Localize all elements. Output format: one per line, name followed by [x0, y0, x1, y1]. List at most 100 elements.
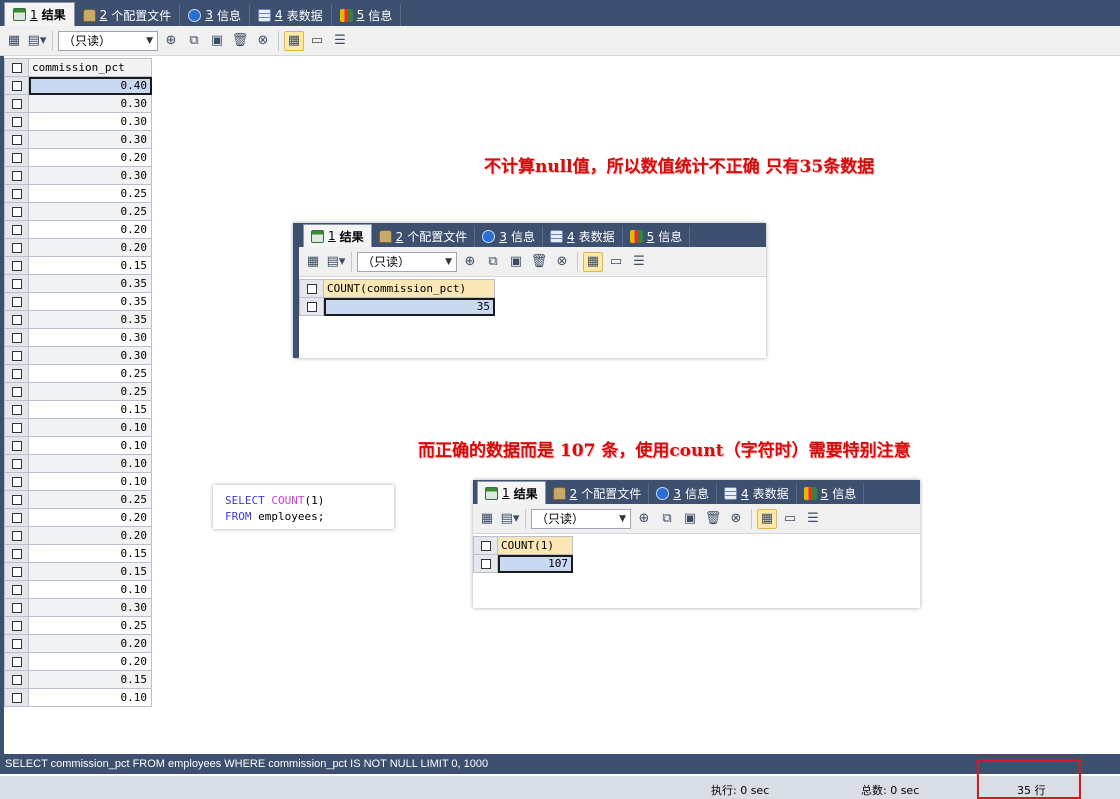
save-icon[interactable]: ▣ [506, 252, 526, 272]
cell-count-value[interactable]: 35 [323, 297, 495, 316]
cell-commission-pct[interactable]: 0.10 [28, 472, 152, 491]
tab-table-data[interactable]: 4 表数据 [543, 226, 623, 247]
export-grid-icon[interactable]: ▦ [4, 31, 24, 51]
delete-icon[interactable]: 🗑 [230, 31, 250, 51]
row-checkbox[interactable] [299, 297, 324, 316]
tab-info[interactable]: 3 信息 [180, 4, 250, 26]
form-view-icon[interactable]: ▭ [307, 31, 327, 51]
cell-commission-pct[interactable]: 0.30 [28, 346, 152, 365]
cell-commission-pct[interactable]: 0.10 [28, 454, 152, 473]
mode-select[interactable]: （只读） ▼ [531, 508, 631, 529]
row-checkbox[interactable] [4, 274, 29, 293]
tab-info[interactable]: 3 信息 [649, 483, 717, 504]
mode-select[interactable]: （只读） ▼ [357, 251, 457, 272]
cell-commission-pct[interactable]: 0.10 [28, 688, 152, 707]
tab-results[interactable]: 1 结果 [477, 481, 546, 504]
row-checkbox[interactable] [4, 418, 29, 437]
cell-commission-pct[interactable]: 0.15 [28, 562, 152, 581]
export-grid-icon[interactable]: ▦ [477, 509, 497, 529]
row-checkbox[interactable] [4, 508, 29, 527]
row-checkbox[interactable] [4, 238, 29, 257]
cell-commission-pct[interactable]: 0.25 [28, 184, 152, 203]
cell-commission-pct[interactable]: 0.20 [28, 220, 152, 239]
sql-editor-snippet[interactable]: SELECT COUNT(1) FROM employees; [213, 485, 394, 529]
cell-commission-pct[interactable]: 0.35 [28, 292, 152, 311]
cell-commission-pct[interactable]: 0.15 [28, 544, 152, 563]
tab-info-2[interactable]: 5 信息 [623, 226, 691, 247]
row-checkbox[interactable] [4, 292, 29, 311]
row-checkbox[interactable] [4, 328, 29, 347]
row-checkbox[interactable] [4, 256, 29, 275]
row-checkbox[interactable] [4, 166, 29, 185]
save-icon[interactable]: ▣ [680, 509, 700, 529]
row-checkbox[interactable] [4, 436, 29, 455]
cell-commission-pct[interactable]: 0.25 [28, 364, 152, 383]
cell-commission-pct[interactable]: 0.20 [28, 148, 152, 167]
cell-commission-pct[interactable]: 0.20 [28, 634, 152, 653]
cell-commission-pct[interactable]: 0.10 [28, 418, 152, 437]
tab-results[interactable]: 1 结果 [4, 2, 75, 26]
row-checkbox[interactable] [4, 76, 29, 95]
cell-commission-pct[interactable]: 0.40 [28, 76, 152, 95]
import-dropdown-icon[interactable]: ▤▾ [500, 509, 520, 529]
row-checkbox[interactable] [4, 580, 29, 599]
tab-table-data[interactable]: 4 表数据 [250, 4, 332, 26]
cell-commission-pct[interactable]: 0.25 [28, 490, 152, 509]
cell-commission-pct[interactable]: 0.20 [28, 508, 152, 527]
cell-commission-pct[interactable]: 0.35 [28, 310, 152, 329]
export-grid-icon[interactable]: ▦ [303, 252, 323, 272]
duplicate-row-icon[interactable]: ⧉ [483, 252, 503, 272]
cell-commission-pct[interactable]: 0.25 [28, 616, 152, 635]
row-checkbox[interactable] [4, 94, 29, 113]
row-checkbox[interactable] [4, 616, 29, 635]
grid-view-icon[interactable]: ▦ [757, 508, 777, 529]
cell-commission-pct[interactable]: 0.15 [28, 670, 152, 689]
tab-profiles[interactable]: 2 个配置文件 [546, 483, 650, 504]
row-checkbox[interactable] [4, 670, 29, 689]
tab-info[interactable]: 3 信息 [475, 226, 543, 247]
cell-commission-pct[interactable]: 0.30 [28, 130, 152, 149]
cell-commission-pct[interactable]: 0.25 [28, 382, 152, 401]
delete-icon[interactable]: 🗑 [529, 252, 549, 272]
row-checkbox[interactable] [4, 472, 29, 491]
select-all-checkbox[interactable] [4, 58, 29, 77]
select-all-checkbox[interactable] [473, 536, 498, 555]
row-checkbox[interactable] [4, 112, 29, 131]
delete-icon[interactable]: 🗑 [703, 509, 723, 529]
duplicate-row-icon[interactable]: ⧉ [657, 509, 677, 529]
text-view-icon[interactable]: ☰ [629, 252, 649, 272]
cell-commission-pct[interactable]: 0.15 [28, 400, 152, 419]
cell-commission-pct[interactable]: 0.35 [28, 274, 152, 293]
column-header-count-one[interactable]: COUNT(1) [497, 536, 573, 555]
tab-info-2[interactable]: 5 信息 [332, 4, 402, 26]
row-checkbox[interactable] [4, 634, 29, 653]
cell-commission-pct[interactable]: 0.30 [28, 112, 152, 131]
mode-select[interactable]: （只读） ▼ [58, 30, 158, 51]
cell-commission-pct[interactable]: 0.30 [28, 328, 152, 347]
row-checkbox[interactable] [4, 382, 29, 401]
cell-commission-pct[interactable]: 0.20 [28, 652, 152, 671]
add-row-icon[interactable]: ⊕ [460, 252, 480, 272]
cancel-icon[interactable]: ⊗ [253, 31, 273, 51]
add-row-icon[interactable]: ⊕ [161, 31, 181, 51]
cell-commission-pct[interactable]: 0.20 [28, 238, 152, 257]
row-checkbox[interactable] [4, 688, 29, 707]
cell-commission-pct[interactable]: 0.30 [28, 94, 152, 113]
tab-results[interactable]: 1 结果 [303, 224, 372, 247]
grid-view-icon[interactable]: ▦ [284, 30, 304, 51]
row-checkbox[interactable] [4, 490, 29, 509]
column-header-count-commission[interactable]: COUNT(commission_pct) [323, 279, 495, 298]
row-checkbox[interactable] [4, 652, 29, 671]
cell-commission-pct[interactable]: 0.15 [28, 256, 152, 275]
select-all-checkbox[interactable] [299, 279, 324, 298]
row-checkbox[interactable] [4, 184, 29, 203]
row-checkbox[interactable] [4, 526, 29, 545]
cell-commission-pct[interactable]: 0.20 [28, 526, 152, 545]
row-checkbox[interactable] [4, 130, 29, 149]
cancel-icon[interactable]: ⊗ [552, 252, 572, 272]
tab-profiles[interactable]: 2 个配置文件 [372, 226, 476, 247]
tab-table-data[interactable]: 4 表数据 [717, 483, 797, 504]
row-checkbox[interactable] [473, 554, 498, 573]
import-dropdown-icon[interactable]: ▤▾ [326, 252, 346, 272]
save-icon[interactable]: ▣ [207, 31, 227, 51]
